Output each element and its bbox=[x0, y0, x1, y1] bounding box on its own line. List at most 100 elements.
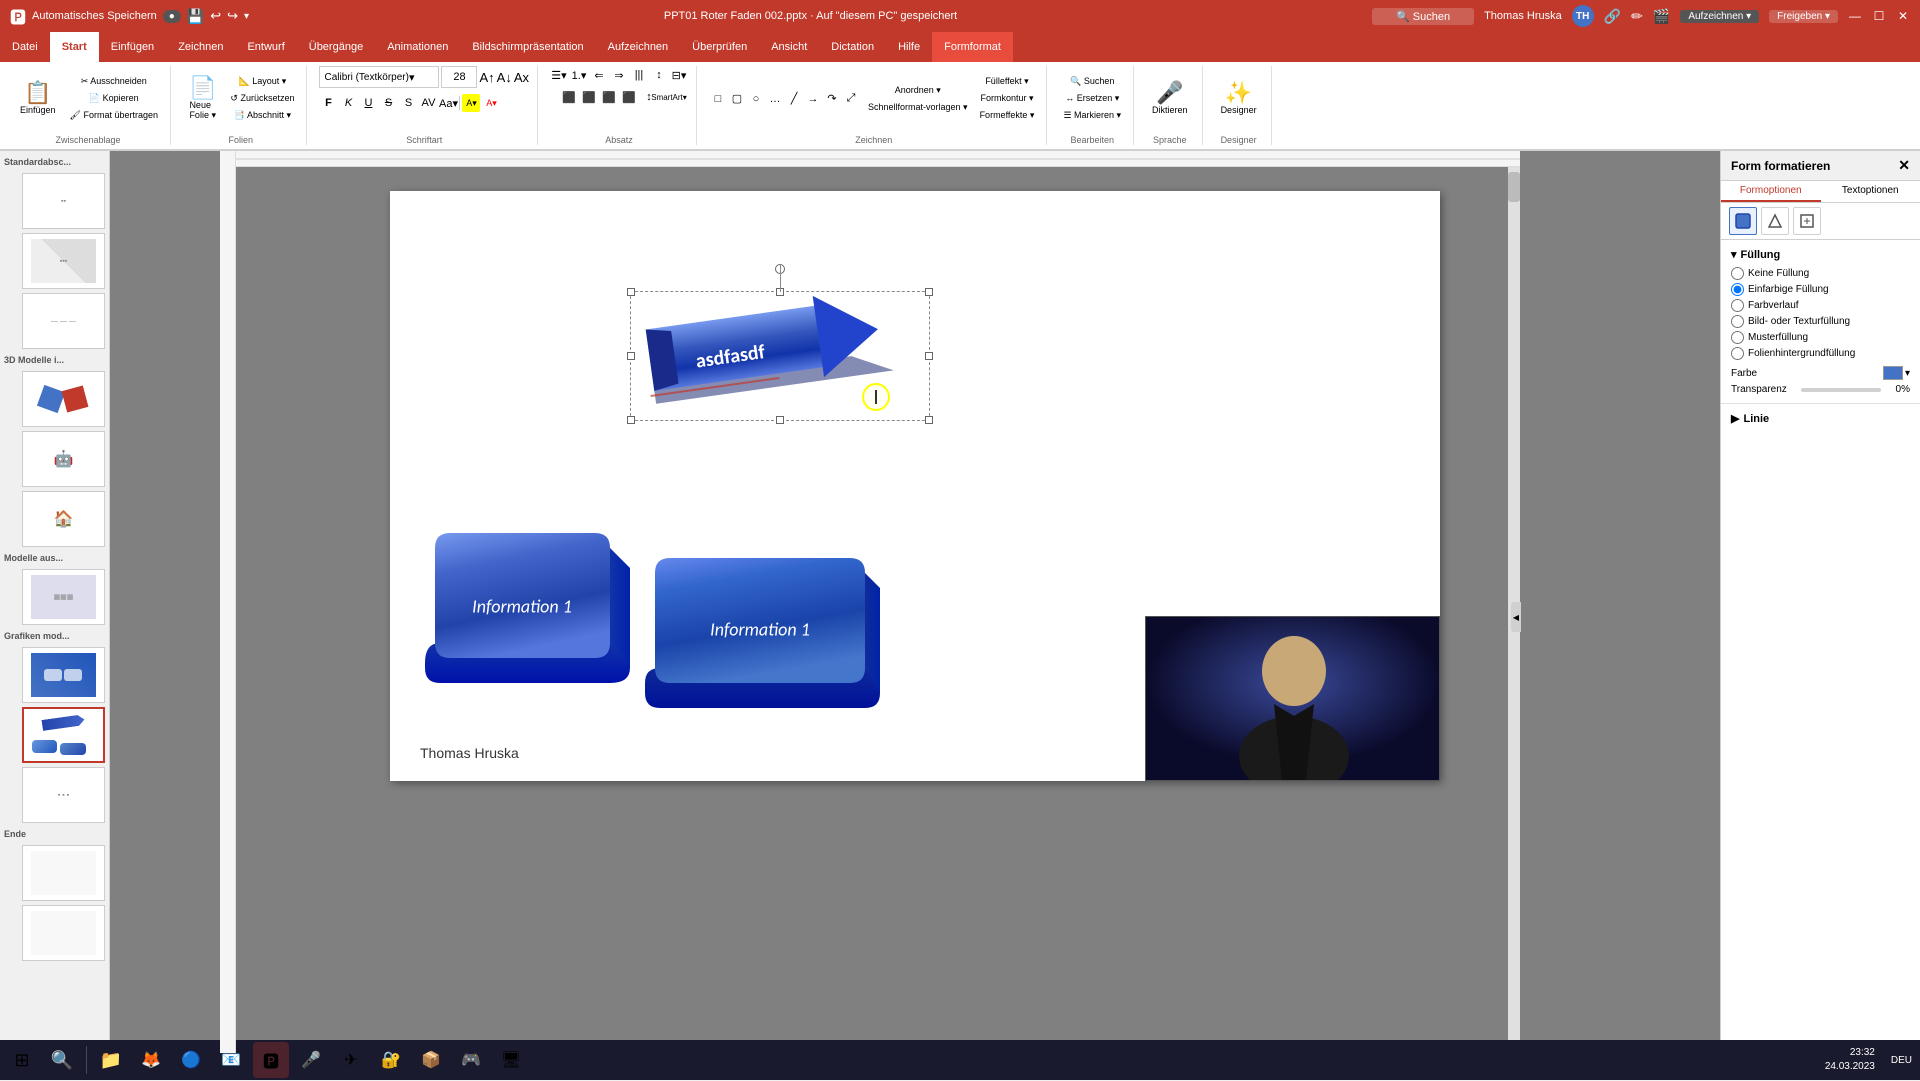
shadow-btn[interactable]: S bbox=[399, 94, 417, 112]
btn-neue-folie[interactable]: 📄 NeueFolie ▾ bbox=[183, 75, 222, 123]
btn-anordnen[interactable]: Anordnen ▾ bbox=[864, 83, 972, 98]
scroll-thumb[interactable] bbox=[1508, 172, 1520, 202]
tab-datei[interactable]: Datei bbox=[0, 32, 50, 62]
shape-d-arrow[interactable]: ⤢ bbox=[842, 90, 860, 108]
handle-left[interactable] bbox=[627, 352, 635, 360]
tab-ansicht[interactable]: Ansicht bbox=[759, 32, 819, 62]
taskbar-clock[interactable]: 23:32 24.03.2023 bbox=[1825, 1046, 1883, 1074]
farbe-dropdown[interactable]: ▾ bbox=[1905, 368, 1910, 379]
btn-formkontur[interactable]: Formkontur ▾ bbox=[976, 91, 1039, 106]
tab-start[interactable]: Start bbox=[50, 32, 99, 62]
radio-bild-input[interactable] bbox=[1731, 315, 1744, 328]
minimize-btn[interactable]: — bbox=[1848, 9, 1862, 23]
text-dir-btn[interactable]: ↕ bbox=[650, 66, 668, 84]
fill-header[interactable]: ▾ Füllung bbox=[1731, 248, 1910, 261]
list-btn[interactable]: ☰▾ bbox=[550, 66, 568, 84]
tab-zeichnen[interactable]: Zeichnen bbox=[166, 32, 235, 62]
btn-zuruecksetzen[interactable]: ↺ Zurücksetzen bbox=[226, 91, 298, 106]
tab-einfuegen[interactable]: Einfügen bbox=[99, 32, 166, 62]
slide-thumb-11[interactable] bbox=[22, 845, 105, 901]
linie-header[interactable]: ▶ Linie bbox=[1731, 412, 1910, 425]
taskbar-monitor[interactable]: 🖥 bbox=[493, 1042, 529, 1078]
num-list-btn[interactable]: 1.▾ bbox=[570, 66, 588, 84]
btn-einfuegen[interactable]: 📋 Einfügen bbox=[14, 80, 62, 117]
farbe-swatch[interactable] bbox=[1883, 366, 1903, 380]
share-icon[interactable]: 🔗 bbox=[1604, 8, 1621, 25]
slide-thumb-7[interactable]: ▦▦▦ bbox=[22, 569, 105, 625]
handle-bottomleft[interactable] bbox=[627, 416, 635, 424]
highlight-btn[interactable]: A▾ bbox=[462, 94, 480, 112]
tab-textoptionen[interactable]: Textoptionen bbox=[1821, 181, 1920, 202]
save-icon[interactable]: 💾 bbox=[187, 8, 204, 25]
smartart-btn[interactable]: SmartArt▾ bbox=[660, 88, 678, 106]
slide-thumb-12[interactable] bbox=[22, 905, 105, 961]
radio-muster-input[interactable] bbox=[1731, 331, 1744, 344]
align-left-btn[interactable]: ⬛ bbox=[560, 88, 578, 106]
taskbar-game[interactable]: 🎮 bbox=[453, 1042, 489, 1078]
cols-btn[interactable]: ||| bbox=[630, 66, 648, 84]
taskbar-deu[interactable]: DEU bbox=[1891, 1055, 1912, 1066]
handle-topleft[interactable] bbox=[627, 288, 635, 296]
clear-format-icon[interactable]: Ax bbox=[514, 70, 529, 85]
handle-bottomright[interactable] bbox=[925, 416, 933, 424]
btn-format[interactable]: 🖌 Format übertragen bbox=[66, 108, 162, 123]
slide-thumb-6[interactable]: 🏠 bbox=[22, 491, 105, 547]
shape-circle[interactable]: ○ bbox=[747, 90, 765, 108]
font-size-box[interactable]: 28 bbox=[441, 66, 477, 88]
close-btn[interactable]: ✕ bbox=[1896, 9, 1910, 23]
fill-line-icon-btn[interactable] bbox=[1729, 207, 1757, 235]
undo-icon[interactable]: ↩ bbox=[210, 8, 221, 24]
taskbar-start[interactable]: ⊞ bbox=[4, 1042, 40, 1078]
slide-thumb-10[interactable]: ▪ ▪ ▪ bbox=[22, 767, 105, 823]
quick-access-more[interactable]: ▾ bbox=[244, 11, 249, 22]
tab-aufzeichnen[interactable]: Aufzeichnen bbox=[596, 32, 681, 62]
tab-animationen[interactable]: Animationen bbox=[375, 32, 460, 62]
btn-schnellformat[interactable]: Schnellformat-vorlagen ▾ bbox=[864, 100, 972, 115]
btn-fuelleffekt[interactable]: Fülleffekt ▾ bbox=[976, 74, 1039, 89]
radio-folie-input[interactable] bbox=[1731, 347, 1744, 360]
case-btn[interactable]: Aa▾ bbox=[439, 94, 457, 112]
tab-formformat[interactable]: Formformat bbox=[932, 32, 1013, 62]
strikethrough-btn[interactable]: S bbox=[379, 94, 397, 112]
font-color-btn[interactable]: A▾ bbox=[482, 94, 500, 112]
tab-ueberpruefen[interactable]: Überprüfen bbox=[680, 32, 759, 62]
indent-less-btn[interactable]: ⇐ bbox=[590, 66, 608, 84]
search-box[interactable]: 🔍 Suchen bbox=[1372, 8, 1474, 25]
slide-thumb-1[interactable]: ▪▪ bbox=[22, 173, 105, 229]
shape-rect[interactable]: □ bbox=[709, 90, 727, 108]
shape-rounded[interactable]: ▢ bbox=[728, 90, 746, 108]
shape-c-arrow[interactable]: ↷ bbox=[823, 90, 841, 108]
canvas-area[interactable]: asdfasdf bbox=[110, 151, 1720, 1053]
taskbar-firefox[interactable]: 🦊 bbox=[133, 1042, 169, 1078]
taskbar-chrome[interactable]: 🔵 bbox=[173, 1042, 209, 1078]
radio-farbverlauf[interactable]: Farbverlauf bbox=[1731, 299, 1910, 312]
btn-3d-right[interactable]: Information 1 bbox=[640, 553, 890, 711]
btn-designer[interactable]: ✨ Designer bbox=[1215, 80, 1263, 117]
transp-slider[interactable] bbox=[1801, 388, 1881, 392]
btn-abschnitt[interactable]: 📑 Abschnitt ▾ bbox=[226, 108, 298, 123]
tab-entwurf[interactable]: Entwurf bbox=[235, 32, 296, 62]
auto-save-toggle[interactable]: ● bbox=[163, 10, 181, 23]
align-center-btn[interactable]: ⬛ bbox=[580, 88, 598, 106]
tab-uebergaenge[interactable]: Übergänge bbox=[297, 32, 375, 62]
font-family-selector[interactable]: Calibri (Textkörper) ▾ bbox=[319, 66, 439, 88]
taskbar-telegram[interactable]: ✈ bbox=[333, 1042, 369, 1078]
align-justify-btn[interactable]: ⬛ bbox=[620, 88, 638, 106]
btn-markieren[interactable]: ☰ Markieren ▾ bbox=[1059, 108, 1125, 123]
tab-praesentation[interactable]: Bildschirmpräsentation bbox=[460, 32, 595, 62]
effects-icon-btn[interactable] bbox=[1761, 207, 1789, 235]
size-icon-btn[interactable] bbox=[1793, 207, 1821, 235]
panel-collapse-btn[interactable]: ◀ bbox=[1511, 602, 1521, 632]
indent-more-btn[interactable]: ⇒ bbox=[610, 66, 628, 84]
radio-einfarbig[interactable]: Einfarbige Füllung bbox=[1731, 283, 1910, 296]
slide-canvas[interactable]: asdfasdf bbox=[390, 191, 1440, 781]
text-align-btn[interactable]: ⊟▾ bbox=[670, 66, 688, 84]
slide-thumb-9[interactable] bbox=[22, 707, 105, 763]
btn-layout[interactable]: 📐 Layout ▾ bbox=[226, 74, 298, 89]
radio-einfarbig-input[interactable] bbox=[1731, 283, 1744, 296]
radio-folienhintergrund[interactable]: Folienhintergrundfüllung bbox=[1731, 347, 1910, 360]
taskbar-explorer[interactable]: 📁 bbox=[93, 1042, 129, 1078]
maximize-btn[interactable]: ☐ bbox=[1872, 9, 1886, 23]
share-btn[interactable]: Freigeben ▾ bbox=[1769, 10, 1838, 23]
slide-thumb-2[interactable]: ▪▪▪ bbox=[22, 233, 105, 289]
